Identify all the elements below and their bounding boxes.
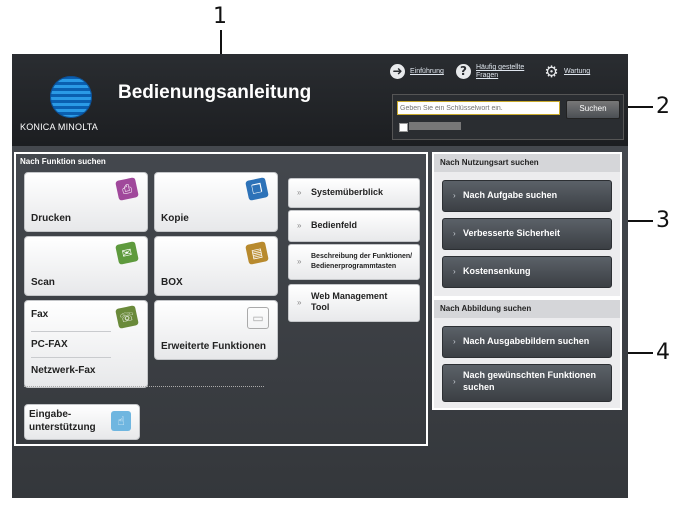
web-management-tool-button[interactable]: » Web Management Tool xyxy=(288,284,420,322)
image-panel: Nach Abbildung suchen › Nach Ausgabebild… xyxy=(432,298,622,410)
fax-separator-2 xyxy=(31,357,111,358)
callout-2: 2 xyxy=(656,94,670,119)
chevron-right-icon: › xyxy=(453,191,456,200)
improved-security-label: Verbesserte Sicherheit xyxy=(463,228,561,238)
function-description-label-line2: Bedienerprogrammtasten xyxy=(311,263,397,270)
control-panel-label: Bedienfeld xyxy=(311,220,358,230)
usage-panel-header: Nach Nutzungsart suchen xyxy=(434,154,620,172)
intro-link[interactable]: Einführung xyxy=(410,68,444,76)
callout-4: 4 xyxy=(656,340,670,365)
top-links: ➜ Einführung ? Häufig gestellte Fragen ⚙… xyxy=(390,62,626,86)
extended-functions-icon: ▭ xyxy=(247,307,269,329)
scan-tile[interactable]: ✉ Scan xyxy=(24,236,148,296)
maintenance-link[interactable]: Wartung xyxy=(564,68,590,76)
search-area: Suchen xyxy=(392,94,624,140)
cost-reduction-label: Kostensenkung xyxy=(463,266,531,276)
gear-icon[interactable]: ⚙ xyxy=(544,64,559,80)
improved-security-button[interactable]: › Verbesserte Sicherheit xyxy=(442,218,612,250)
search-by-task-label: Nach Aufgabe suchen xyxy=(463,190,558,200)
input-support-label-line1: Eingabe- xyxy=(29,409,72,420)
scan-icon: ✉ xyxy=(115,241,139,265)
copy-icon: ❐ xyxy=(245,177,269,201)
web-management-label-line1: Web Management xyxy=(311,291,388,301)
search-output-images-label: Nach Ausgabebildern suchen xyxy=(463,336,590,346)
fax-icon: ☏ xyxy=(115,305,139,329)
netfax-label[interactable]: Netzwerk-Fax xyxy=(31,365,95,376)
callout-1: 1 xyxy=(213,4,227,29)
printer-icon: ⎙ xyxy=(115,177,139,201)
search-desired-functions-label-line1: Nach gewünschten Funktionen xyxy=(463,370,597,380)
search-button[interactable]: Suchen xyxy=(566,100,620,119)
fax-tile[interactable]: ☏ Fax PC-FAX Netzwerk-Fax xyxy=(24,300,148,388)
search-input[interactable] xyxy=(397,101,560,115)
extended-functions-label: Erweiterte Funktionen xyxy=(161,341,267,352)
search-scope-checkbox[interactable] xyxy=(399,123,408,132)
chevron-right-icon: › xyxy=(453,267,456,276)
chevron-right-icon: › xyxy=(453,229,456,238)
search-desired-functions-button[interactable]: › Nach gewünschten Funktionen suchen xyxy=(442,364,612,402)
scan-label: Scan xyxy=(31,277,55,288)
arrow-right-icon[interactable]: ➜ xyxy=(390,64,405,79)
search-by-task-button[interactable]: › Nach Aufgabe suchen xyxy=(442,180,612,212)
box-label: BOX xyxy=(161,277,183,288)
chevron-right-icon: » xyxy=(297,257,302,266)
search-scope-label-redacted xyxy=(409,122,461,130)
box-icon: ▤ xyxy=(245,241,269,265)
content-area: Nach Funktion suchen ⎙ Drucken ❐ Kopie ✉… xyxy=(12,146,628,498)
web-management-label-line2: Tool xyxy=(311,302,330,312)
function-panel-label: Nach Funktion suchen xyxy=(20,157,106,166)
konica-minolta-logo-icon xyxy=(50,76,92,118)
chevron-right-icon: › xyxy=(453,377,456,386)
logo-text: KONICA MINOLTA xyxy=(20,122,98,132)
input-support-label-line2: unterstützung xyxy=(29,422,96,433)
usage-panel: Nach Nutzungsart suchen › Nach Aufgabe s… xyxy=(432,152,622,298)
chevron-right-icon: » xyxy=(297,221,302,230)
image-panel-header: Nach Abbildung suchen xyxy=(434,300,620,318)
system-overview-button[interactable]: » Systemüberblick xyxy=(288,178,420,208)
function-panel: Nach Funktion suchen ⎙ Drucken ❐ Kopie ✉… xyxy=(14,152,428,446)
image-panel-label: Nach Abbildung suchen xyxy=(440,304,532,313)
search-output-images-button[interactable]: › Nach Ausgabebildern suchen xyxy=(442,326,612,358)
copy-label: Kopie xyxy=(161,213,189,224)
header: KONICA MINOLTA Bedienungsanleitung ➜ Ein… xyxy=(12,54,628,146)
faq-link-line2[interactable]: Fragen xyxy=(476,72,498,80)
callout-3-line xyxy=(624,220,653,222)
callout-4-line xyxy=(624,352,653,354)
box-tile[interactable]: ▤ BOX xyxy=(154,236,278,296)
fax-separator-1 xyxy=(31,331,111,332)
input-support-tile[interactable]: ☝ Eingabe- unterstützung xyxy=(24,404,140,440)
fax-label[interactable]: Fax xyxy=(31,309,48,320)
manual-screen: KONICA MINOLTA Bedienungsanleitung ➜ Ein… xyxy=(12,54,628,498)
hand-touch-icon: ☝ xyxy=(111,411,131,431)
function-description-label-line1: Beschreibung der Funktionen/ xyxy=(311,253,413,260)
system-overview-label: Systemüberblick xyxy=(311,187,384,197)
callout-3: 3 xyxy=(656,208,670,233)
faq-link-line1[interactable]: Häufig gestellte xyxy=(476,64,524,72)
pcfax-label[interactable]: PC-FAX xyxy=(31,339,68,350)
page-title: Bedienungsanleitung xyxy=(118,82,312,103)
cost-reduction-button[interactable]: › Kostensenkung xyxy=(442,256,612,288)
copy-tile[interactable]: ❐ Kopie xyxy=(154,172,278,232)
question-mark-icon[interactable]: ? xyxy=(456,64,471,79)
print-tile[interactable]: ⎙ Drucken xyxy=(24,172,148,232)
dotted-divider xyxy=(24,386,264,387)
function-description-button[interactable]: » Beschreibung der Funktionen/ Bedienerp… xyxy=(288,244,420,280)
chevron-right-icon: » xyxy=(297,188,302,197)
search-desired-functions-label-line2: suchen xyxy=(463,382,495,392)
print-label: Drucken xyxy=(31,213,72,224)
chevron-right-icon: › xyxy=(453,337,456,346)
control-panel-button[interactable]: » Bedienfeld xyxy=(288,210,420,242)
usage-panel-label: Nach Nutzungsart suchen xyxy=(440,158,539,167)
extended-functions-tile[interactable]: ▭ Erweiterte Funktionen xyxy=(154,300,278,360)
chevron-right-icon: » xyxy=(297,298,302,307)
